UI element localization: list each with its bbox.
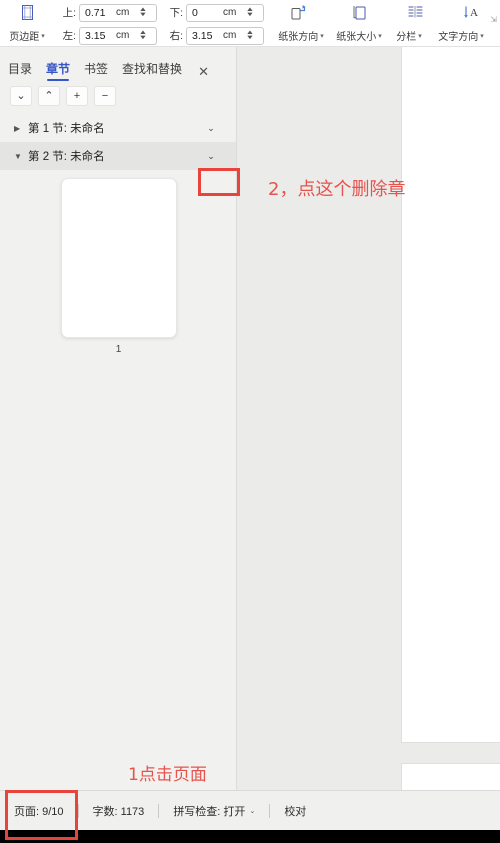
chevron-down-icon: ▾ bbox=[320, 32, 324, 40]
close-icon[interactable]: ✕ bbox=[198, 64, 209, 80]
left-margin-spinner[interactable]: 3.15 cm ▲ ▼ bbox=[79, 26, 157, 45]
section-item-1-menu-icon[interactable]: ⌄ bbox=[198, 114, 224, 142]
section-item-1-label: 第 1 节: 未命名 bbox=[28, 123, 105, 135]
section-item-2[interactable]: ▼ 第 2 节: 未命名 ⌄ bbox=[0, 142, 236, 170]
tab-bookmarks[interactable]: 书签 bbox=[84, 60, 108, 80]
columns-label: 分栏 bbox=[396, 32, 417, 43]
svg-text:A: A bbox=[470, 7, 478, 19]
word-processor-window: 上: 0.71 cm ▲ ▼ 下: 0 cm ▲ ▼ A ⇲ 页边距 ▾ 左: … bbox=[0, 0, 500, 843]
top-margin-unit: cm bbox=[116, 7, 130, 18]
chevron-down-icon: ▾ bbox=[418, 32, 422, 40]
left-margin-stepper[interactable]: ▲ ▼ bbox=[139, 30, 148, 41]
status-proofread[interactable]: 校对 bbox=[270, 803, 320, 819]
status-spellcheck-label: 拼写检查: 打开 bbox=[173, 805, 246, 818]
page-layout-ribbon: 上: 0.71 cm ▲ ▼ 下: 0 cm ▲ ▼ A ⇲ 页边距 ▾ 左: … bbox=[0, 0, 500, 47]
bottom-margin-stepper[interactable]: ▲ ▼ bbox=[246, 7, 255, 18]
ribbon-row-bottom: 页边距 ▾ 左: 3.15 cm ▲ ▼ 右: 3.15 cm ▲ ▼ 纸张方向… bbox=[0, 24, 500, 47]
chevron-down-icon: ▾ bbox=[480, 32, 484, 40]
page-thumbnail[interactable] bbox=[60, 178, 177, 338]
bottom-margin-field[interactable]: 下: 0 cm ▲ ▼ bbox=[167, 3, 264, 22]
page-thumbnail-area: 1 bbox=[0, 178, 237, 355]
left-margin-value[interactable]: 3.15 bbox=[82, 30, 116, 42]
section-item-2-label: 第 2 节: 未命名 bbox=[28, 151, 105, 163]
chevron-down-icon: ▾ bbox=[41, 32, 45, 40]
bottom-margin-unit: cm bbox=[223, 7, 237, 18]
right-margin-unit: cm bbox=[223, 30, 237, 41]
chevron-down-button[interactable]: ⌄ bbox=[10, 86, 32, 106]
remove-section-button[interactable]: − bbox=[94, 86, 116, 106]
columns-icon[interactable] bbox=[388, 5, 442, 20]
top-margin-field[interactable]: 上: 0.71 cm ▲ ▼ bbox=[60, 3, 157, 22]
tab-sections[interactable]: 章节 bbox=[46, 60, 70, 81]
status-spellcheck[interactable]: 拼写检查: 打开 ⌄ bbox=[159, 803, 269, 819]
chevron-down-icon: ▾ bbox=[378, 32, 382, 40]
page-margins-button[interactable]: 页边距 ▾ bbox=[0, 28, 54, 43]
annotation-box-section-caret bbox=[198, 168, 240, 196]
page-size-button[interactable]: 纸张大小 ▾ bbox=[330, 28, 388, 43]
left-margin-field[interactable]: 左: 3.15 cm ▲ ▼ bbox=[60, 26, 157, 45]
ribbon-expand-icon[interactable]: ⇲ bbox=[490, 15, 497, 24]
right-margin-value[interactable]: 3.15 bbox=[189, 30, 223, 42]
text-direction-label: 文字方向 bbox=[438, 32, 479, 43]
right-margin-label: 右: bbox=[169, 30, 183, 42]
add-section-button[interactable]: + bbox=[66, 86, 88, 106]
tab-find-replace[interactable]: 查找和替换 bbox=[122, 60, 182, 80]
chevron-up-button[interactable]: ⌃ bbox=[38, 86, 60, 106]
bottom-margin-value[interactable]: 0 bbox=[189, 7, 223, 19]
document-page-2[interactable] bbox=[401, 763, 500, 790]
ribbon-row-top: 上: 0.71 cm ▲ ▼ 下: 0 cm ▲ ▼ A ⇲ bbox=[0, 1, 500, 24]
status-word-count[interactable]: 字数: 1173 bbox=[79, 803, 159, 819]
top-margin-spinner[interactable]: 0.71 cm ▲ ▼ bbox=[79, 3, 157, 22]
page-thumbnail-number: 1 bbox=[115, 344, 122, 355]
section-item-1[interactable]: ▶ 第 1 节: 未命名 ⌄ bbox=[0, 114, 236, 142]
section-toolbar: ⌄ ⌃ + − bbox=[0, 80, 236, 112]
right-margin-field[interactable]: 右: 3.15 cm ▲ ▼ bbox=[167, 26, 264, 45]
right-margin-spinner[interactable]: 3.15 cm ▲ ▼ bbox=[186, 26, 264, 45]
right-margin-stepper[interactable]: ▲ ▼ bbox=[246, 30, 255, 41]
page-size-icon[interactable] bbox=[332, 4, 386, 21]
chevron-down-icon[interactable]: ⌄ bbox=[249, 807, 255, 815]
document-page-1[interactable] bbox=[401, 47, 500, 743]
page-orientation-icon[interactable] bbox=[272, 4, 326, 21]
page-orientation-label: 纸张方向 bbox=[278, 32, 319, 43]
navigation-panel: 目录 章节 书签 查找和替换 ✕ ⌄ ⌃ + − ▶ 第 1 节: 未命名 ⌄ … bbox=[0, 47, 237, 790]
top-margin-label: 上: bbox=[62, 7, 76, 19]
page-orientation-button[interactable]: 纸张方向 ▾ bbox=[272, 28, 330, 43]
annotation-box-page-status bbox=[5, 790, 78, 840]
top-margin-stepper[interactable]: ▲ ▼ bbox=[139, 7, 148, 18]
page-margins-label: 页边距 bbox=[9, 32, 40, 43]
page-size-label: 纸张大小 bbox=[336, 32, 377, 43]
annotation-click-page: 1点击页面 bbox=[128, 765, 207, 785]
collapse-triangle-icon[interactable]: ▼ bbox=[14, 152, 28, 161]
bottom-margin-label: 下: bbox=[169, 7, 183, 19]
text-direction-button[interactable]: 文字方向 ▾ bbox=[430, 28, 492, 43]
columns-button[interactable]: 分栏 ▾ bbox=[388, 28, 430, 43]
document-canvas[interactable] bbox=[238, 47, 500, 790]
annotation-delete-chapter: 2，点这个删除章 bbox=[268, 179, 406, 200]
left-margin-label: 左: bbox=[62, 30, 76, 42]
top-margin-value[interactable]: 0.71 bbox=[82, 7, 116, 19]
tab-contents[interactable]: 目录 bbox=[8, 60, 32, 80]
bottom-margin-spinner[interactable]: 0 cm ▲ ▼ bbox=[186, 3, 264, 22]
left-margin-unit: cm bbox=[116, 30, 130, 41]
section-list: ▶ 第 1 节: 未命名 ⌄ ▼ 第 2 节: 未命名 ⌄ bbox=[0, 114, 236, 170]
expand-triangle-icon[interactable]: ▶ bbox=[14, 124, 28, 133]
navigation-tabs: 目录 章节 书签 查找和替换 ✕ bbox=[0, 47, 236, 81]
page-margins-icon bbox=[0, 4, 54, 21]
section-item-2-menu-icon[interactable]: ⌄ bbox=[198, 142, 224, 170]
